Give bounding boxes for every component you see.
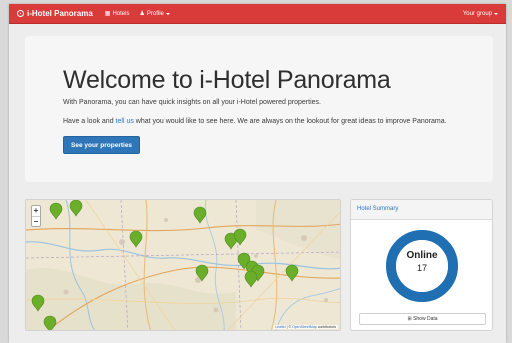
attribution-suffix: contributors <box>316 325 336 329</box>
hotel-marker-icon[interactable] <box>193 206 207 224</box>
brand-label: i-Hotel Panorama <box>27 9 93 18</box>
nav-hotels-label: Hotels <box>112 10 130 17</box>
online-label: Online <box>406 250 438 261</box>
nav-your-group[interactable]: Your group <box>463 11 498 17</box>
openstreetmap-link[interactable]: OpenStreetMap <box>292 325 317 329</box>
hotel-marker-icon[interactable] <box>69 200 83 217</box>
hotel-markers <box>31 200 299 331</box>
hotels-map[interactable]: + − Leaflet | © OpenStreetMap contributo… <box>25 199 341 331</box>
hotel-marker-icon[interactable] <box>49 202 63 220</box>
chevron-down-icon <box>165 12 170 15</box>
zoom-in-button[interactable]: + <box>32 206 40 216</box>
feedback-text-start: Have a look and <box>63 118 116 125</box>
nav-profile[interactable]: ♟ Profile <box>139 10 170 17</box>
intro-text: With Panorama, you can have quick insigh… <box>63 99 321 106</box>
nav-hotels[interactable]: ▦ Hotels <box>104 10 130 18</box>
leaflet-link[interactable]: Leaflet <box>275 325 286 329</box>
show-data-label: Show Data <box>413 316 438 322</box>
building-icon: ▦ <box>104 11 111 17</box>
brand-logo-icon <box>17 10 24 17</box>
hotel-marker-icon[interactable] <box>129 230 143 248</box>
feedback-text: Have a look and tell us what you would l… <box>63 117 463 127</box>
user-icon: ♟ <box>139 11 145 17</box>
brand-link[interactable]: i-Hotel Panorama <box>17 9 93 18</box>
table-icon: ⊞ <box>407 316 412 322</box>
top-navbar: i-Hotel Panorama ▦ Hotels ♟ Profile Your… <box>9 4 506 24</box>
donut-center-label: Online 17 <box>384 250 460 274</box>
hotel-marker-icon[interactable] <box>43 315 57 331</box>
hotel-marker-icon[interactable] <box>195 264 209 282</box>
page-title: Welcome to i-Hotel Panorama <box>63 66 391 94</box>
hotel-marker-icon[interactable] <box>285 264 299 282</box>
hotel-marker-icon[interactable] <box>244 270 258 288</box>
browser-page: i-Hotel Panorama ▦ Hotels ♟ Profile Your… <box>9 4 506 343</box>
hotel-summary-panel: Hotel Summary Online 17 ⊞ Show Data <box>350 199 493 331</box>
map-attribution: Leaflet | © OpenStreetMap contributors <box>273 325 338 329</box>
see-properties-button[interactable]: See your properties <box>63 136 141 154</box>
feedback-text-end: what you would like to see here. We are … <box>133 118 447 125</box>
hotel-marker-icon[interactable] <box>31 294 45 312</box>
panel-title: Hotel Summary <box>351 200 492 220</box>
zoom-control: + − <box>31 205 41 227</box>
tell-us-link[interactable]: tell us <box>116 118 134 125</box>
zoom-out-button[interactable]: − <box>32 216 40 226</box>
nav-profile-label: Profile <box>146 10 164 17</box>
nav-your-group-label: Your group <box>462 10 492 17</box>
online-count: 17 <box>416 263 427 273</box>
show-data-button[interactable]: ⊞ Show Data <box>359 313 486 325</box>
chevron-down-icon <box>494 12 498 15</box>
welcome-jumbotron: Welcome to i-Hotel Panorama With Panoram… <box>25 36 493 182</box>
